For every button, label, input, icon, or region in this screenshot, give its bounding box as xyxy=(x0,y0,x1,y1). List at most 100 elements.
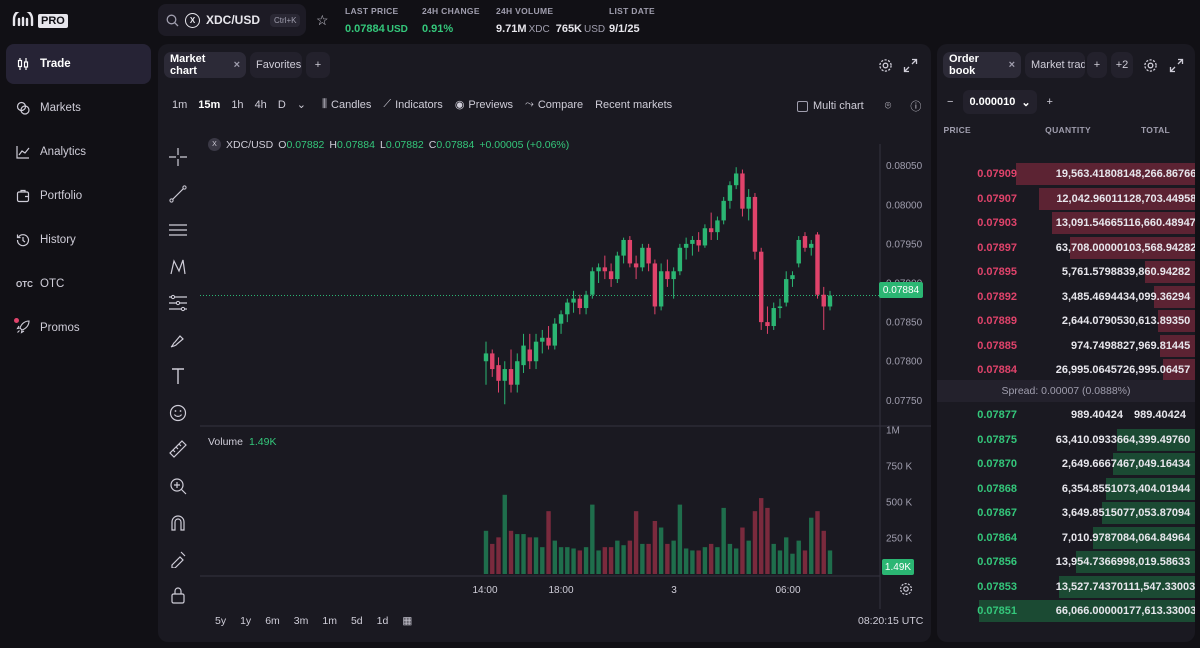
volume-tick-label: 750 K xyxy=(886,462,912,473)
sidebar-item-portfolio[interactable]: Portfolio xyxy=(6,176,151,216)
volume-bar xyxy=(546,511,551,574)
analytics-icon xyxy=(16,146,30,159)
add-tab-button[interactable]: + xyxy=(1087,52,1107,78)
bids-row[interactable]: 0.07853 13,527.74370 111,547.33003 xyxy=(937,575,1195,600)
price-tick-label: 0.08000 xyxy=(886,200,923,211)
row-total: 116,660.48947 xyxy=(1123,217,1195,230)
sidebar-item-label: OTC xyxy=(40,278,65,290)
sidebar-item-otc[interactable]: OTC OTC xyxy=(6,264,151,304)
volume-tick-label: 1M xyxy=(886,426,900,437)
volume-bar xyxy=(590,504,595,574)
range-5d[interactable]: 5d xyxy=(351,615,363,627)
volume-bar xyxy=(515,534,520,574)
candle-body xyxy=(633,263,639,268)
range-6m[interactable]: 6m xyxy=(265,615,280,627)
candle-body xyxy=(615,255,620,280)
row-quantity: 63,410.09336 xyxy=(1055,433,1123,446)
volume-bar xyxy=(809,517,814,574)
tick-size-value: 0.000010 xyxy=(969,96,1016,108)
stat-list-date: LIST DATE 9/1/25 xyxy=(609,6,655,35)
sidebar-item-promos[interactable]: Promos xyxy=(6,308,151,348)
pair-selector[interactable]: X XDC/USD Ctrl+K xyxy=(158,4,306,36)
range-1d[interactable]: 1d xyxy=(377,615,389,627)
more-tabs-button[interactable]: +2 xyxy=(1111,52,1133,78)
bids-row[interactable]: 0.07856 13,954.73669 98,019.58633 xyxy=(937,550,1195,575)
favorite-star-icon[interactable]: ☆ xyxy=(316,12,329,29)
candle-body xyxy=(827,295,833,307)
candle-body xyxy=(715,220,720,233)
close-icon[interactable]: × xyxy=(1009,59,1015,71)
candle-body xyxy=(533,341,539,362)
tick-increase-button[interactable]: + xyxy=(1047,96,1053,108)
volume-bar xyxy=(683,548,689,574)
volume-bar xyxy=(558,547,564,574)
volume-bar xyxy=(527,537,532,574)
asks-row[interactable]: 0.07909 19,563.41808 148,266.86766 xyxy=(937,162,1195,187)
row-price: 0.07889 xyxy=(977,315,1017,328)
volume-bar xyxy=(508,530,514,574)
tab-order-book[interactable]: Order book × xyxy=(943,52,1021,78)
markets-icon xyxy=(16,101,30,115)
bids-row[interactable]: 0.07877 989.40424 989.40424 xyxy=(937,403,1195,428)
row-quantity: 63,708.00000 xyxy=(1055,241,1123,254)
range-1m[interactable]: 1m xyxy=(322,615,337,627)
candle-body xyxy=(708,228,714,233)
volume-bar xyxy=(577,550,583,574)
bids-row[interactable]: 0.07867 3,649.85150 77,053.87094 xyxy=(937,501,1195,526)
sidebar-item-label: History xyxy=(40,234,76,246)
volume-bar xyxy=(608,547,614,574)
asks-row[interactable]: 0.07885 974.74988 27,969.81445 xyxy=(937,334,1195,359)
logo[interactable]: PRO xyxy=(12,8,68,31)
tick-decrease-button[interactable]: − xyxy=(947,96,953,108)
candle-body xyxy=(771,308,776,327)
bids-row[interactable]: 0.07868 6,354.85510 73,404.01944 xyxy=(937,477,1195,502)
asks-row[interactable]: 0.07892 3,485.46944 34,099.36294 xyxy=(937,285,1195,310)
candle-body xyxy=(521,345,526,366)
sidebar-item-trade[interactable]: Trade xyxy=(6,44,151,84)
chart-settings-gear-icon[interactable] xyxy=(899,582,913,596)
asks-row[interactable]: 0.07903 13,091.54665 116,660.48947 xyxy=(937,211,1195,236)
bids-row[interactable]: 0.07875 63,410.09336 64,399.49760 xyxy=(937,428,1195,453)
range-3m[interactable]: 3m xyxy=(294,615,309,627)
bids-row[interactable]: 0.07870 2,649.66674 67,049.16434 xyxy=(937,452,1195,477)
volume-bar xyxy=(727,543,733,574)
candle-body xyxy=(583,294,589,309)
volume-bar xyxy=(777,550,783,574)
range-1y[interactable]: 1y xyxy=(240,615,251,627)
sidebar-item-markets[interactable]: Markets xyxy=(6,88,151,128)
expand-icon[interactable] xyxy=(1169,58,1184,73)
volume-bar xyxy=(752,511,758,574)
sidebar-item-history[interactable]: History xyxy=(6,220,151,260)
sidebar-item-analytics[interactable]: Analytics xyxy=(6,132,151,172)
asks-row[interactable]: 0.07884 26,995.06457 26,995.06457 xyxy=(937,358,1195,383)
stat-24h-volume: 24H VOLUME 9.71M XDC 765K USD xyxy=(496,6,605,35)
price-chart[interactable]: 0.080500.080000.079500.079000.078500.078… xyxy=(158,44,931,642)
tab-label: Market trad xyxy=(1031,59,1085,71)
time-tick-label: 14:00 xyxy=(472,585,497,596)
volume-bar xyxy=(627,540,633,574)
asks-row[interactable]: 0.07897 63,708.00000 103,568.94282 xyxy=(937,236,1195,261)
calendar-icon[interactable]: ▦ xyxy=(402,615,412,627)
volume-bar xyxy=(715,547,720,574)
row-total: 30,613.89350 xyxy=(1123,315,1191,328)
header-quantity: QUANTITY xyxy=(1045,125,1091,135)
row-total: 67,049.16434 xyxy=(1123,458,1191,471)
range-5y[interactable]: 5y xyxy=(215,615,226,627)
volume-bar xyxy=(690,550,695,574)
tick-size-dropdown[interactable]: 0.000010 ⌄ xyxy=(963,90,1037,114)
volume-tick-label: 250 K xyxy=(886,534,912,545)
volume-bar xyxy=(652,520,658,574)
row-total: 111,547.33003 xyxy=(1123,580,1195,593)
asks-row[interactable]: 0.07889 2,644.07905 30,613.89350 xyxy=(937,309,1195,334)
bids-row[interactable]: 0.07851 66,066.00000 177,613.33003 xyxy=(937,599,1195,624)
settings-gear-icon[interactable] xyxy=(1143,58,1158,73)
stat-last-price: LAST PRICE 0.07884 USD xyxy=(345,6,408,35)
tab-market-trades[interactable]: Market trad xyxy=(1025,52,1085,78)
tab-label: Order book xyxy=(949,53,979,77)
asks-row[interactable]: 0.07907 12,042.96011 128,703.44958 xyxy=(937,187,1195,212)
candle-body xyxy=(815,234,820,295)
asks-row[interactable]: 0.07895 5,761.57988 39,860.94282 xyxy=(937,260,1195,285)
volume-bar xyxy=(571,548,576,574)
bids-row[interactable]: 0.07864 7,010.97870 84,064.84964 xyxy=(937,526,1195,551)
candle-body xyxy=(608,271,614,280)
